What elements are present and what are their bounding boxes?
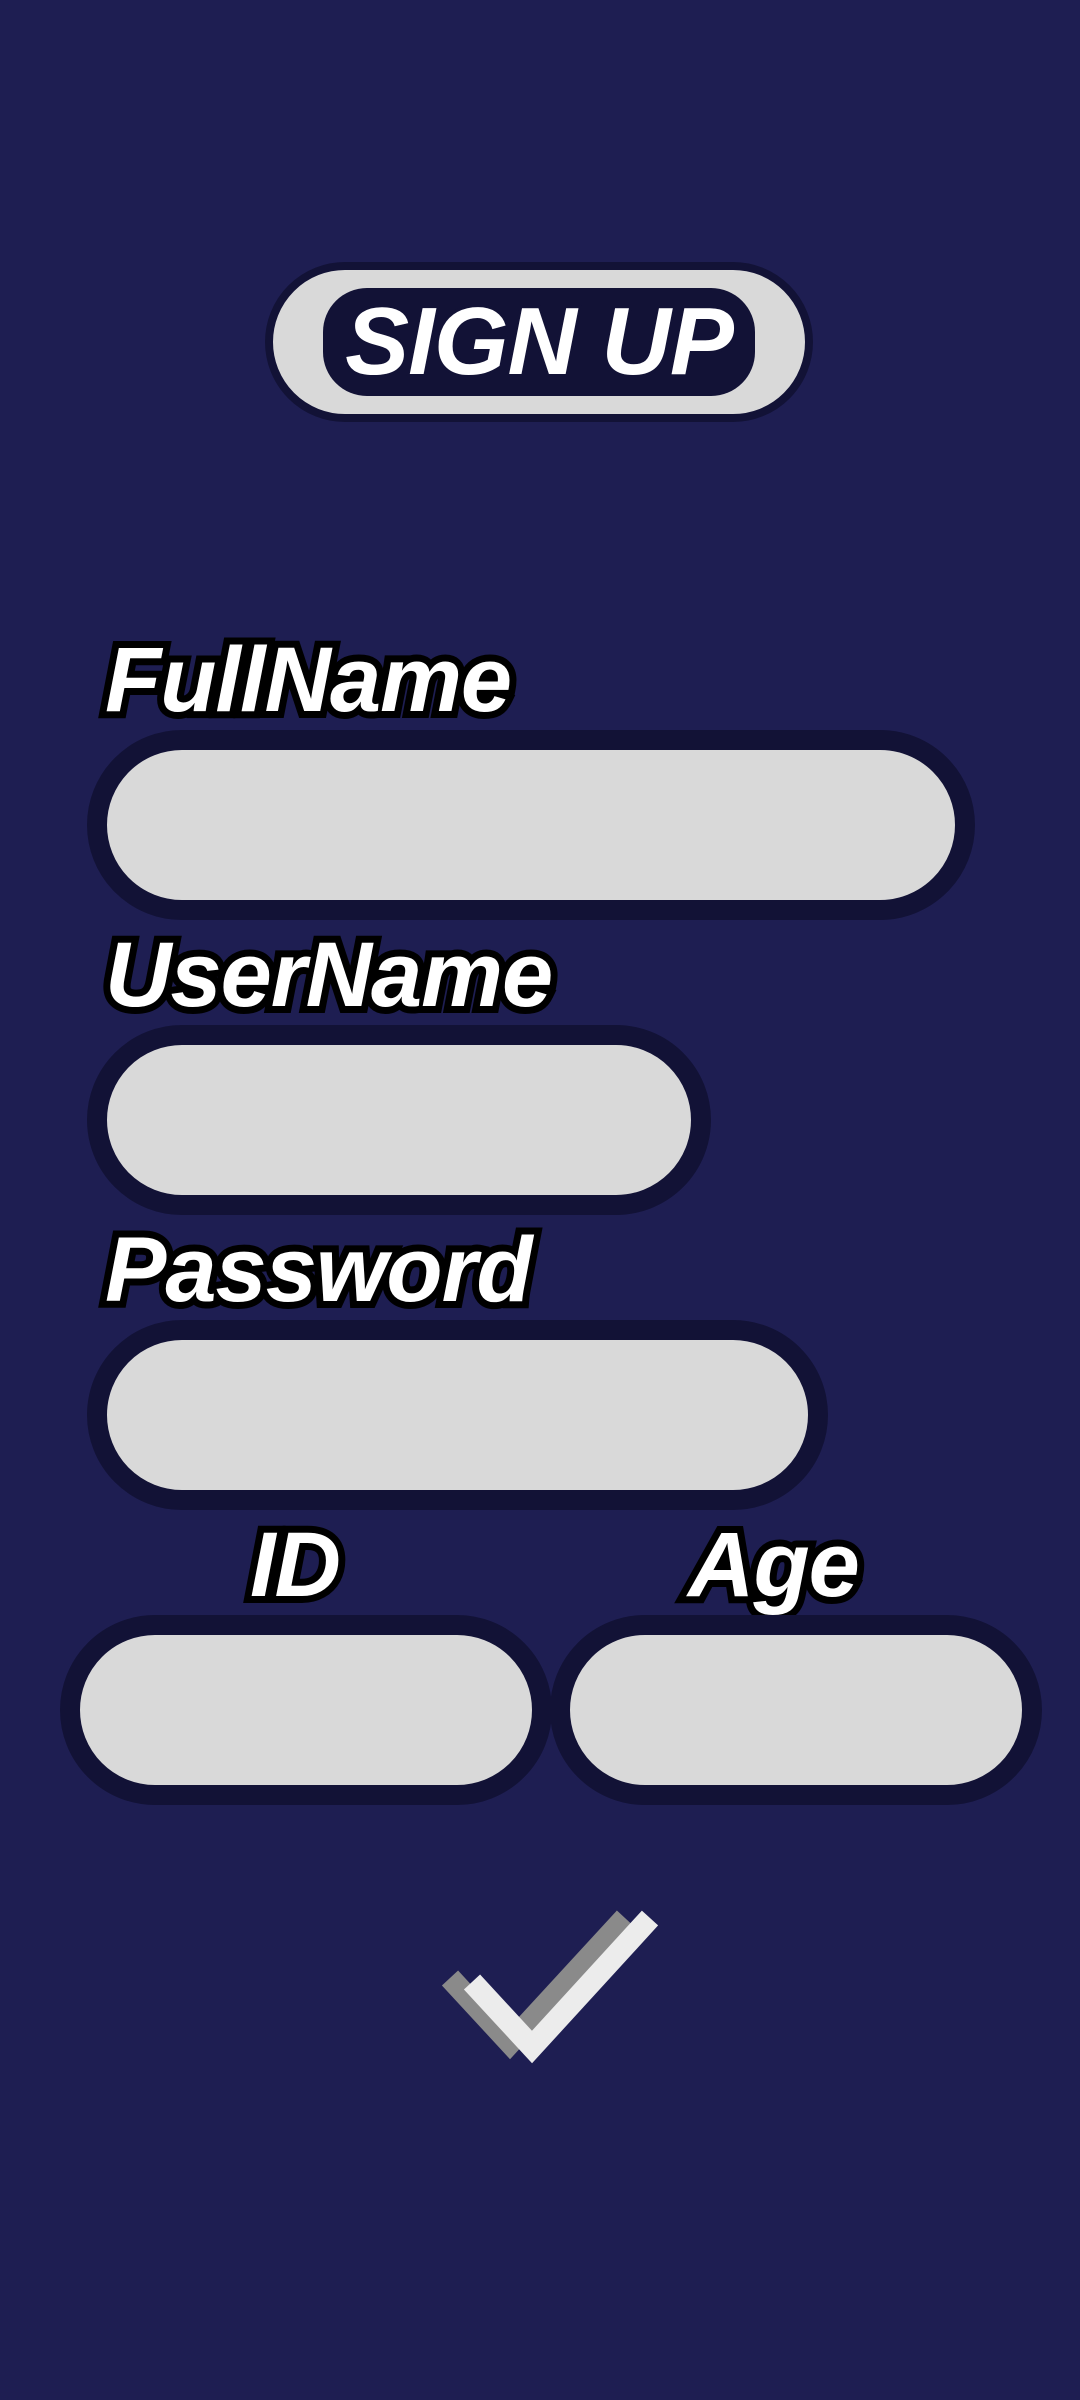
fullname-label: FullName bbox=[98, 623, 519, 737]
password-input[interactable] bbox=[87, 1320, 828, 1510]
submit-button[interactable] bbox=[430, 1900, 670, 2080]
page-title: SIGN UP bbox=[323, 285, 755, 398]
id-input[interactable] bbox=[60, 1615, 552, 1805]
checkmark-icon bbox=[441, 1910, 659, 2064]
username-label: UserName bbox=[98, 918, 560, 1032]
title-badge: SIGN UP bbox=[265, 262, 813, 422]
fullname-input[interactable] bbox=[87, 730, 975, 920]
id-label: ID bbox=[243, 1508, 348, 1622]
age-label: Age bbox=[681, 1508, 867, 1622]
username-input[interactable] bbox=[87, 1025, 711, 1215]
age-input[interactable] bbox=[550, 1615, 1042, 1805]
password-label: Password bbox=[98, 1213, 540, 1327]
